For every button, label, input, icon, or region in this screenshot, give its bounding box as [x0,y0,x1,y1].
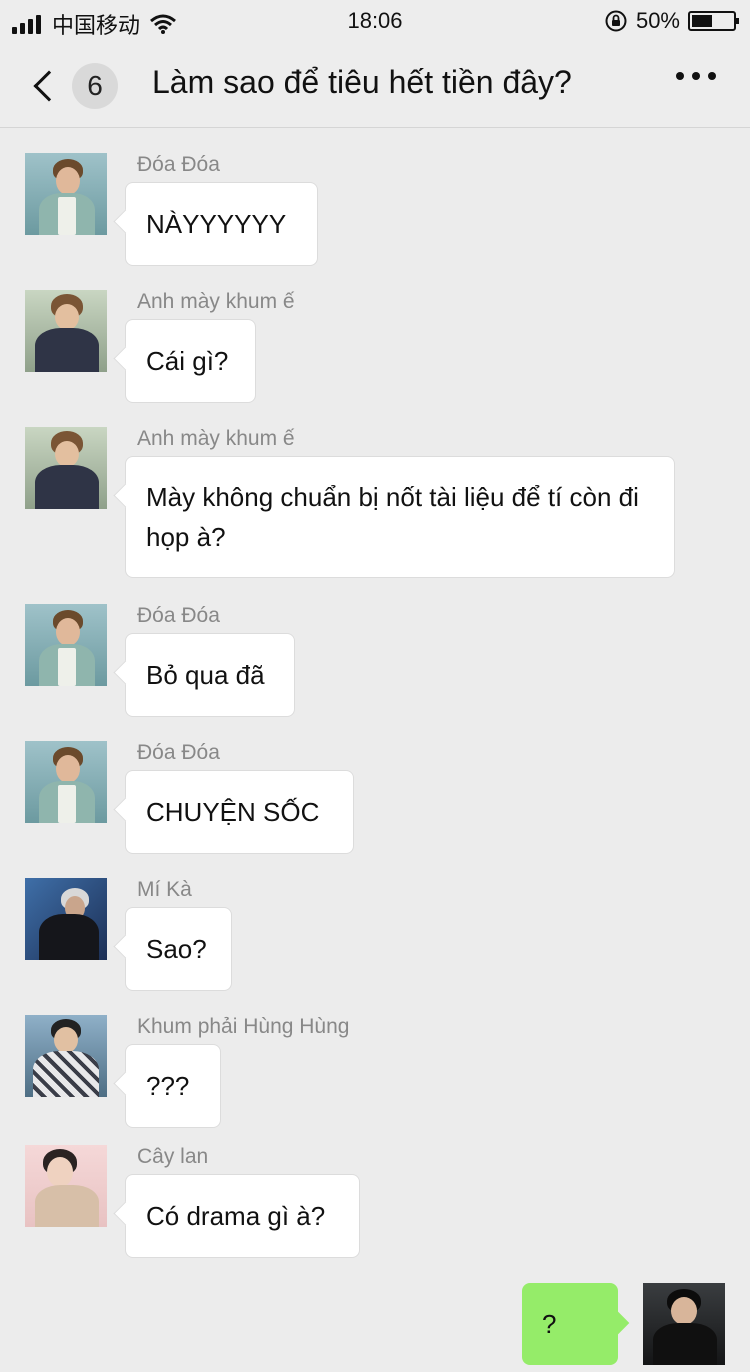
back-button[interactable]: 6 [28,62,118,110]
message-bubble[interactable]: CHUYỆN SỐC [125,770,354,854]
status-bar: 中国移动 18:06 50% [0,0,750,44]
message-bubble[interactable]: Sao? [125,907,232,991]
battery-percent: 50% [635,8,680,33]
sender-name: Đóa Đóa [137,741,220,764]
avatar-doa-doa[interactable] [25,604,107,686]
my-avatar[interactable] [643,1283,725,1365]
message-bubble[interactable]: Cái gì? [125,319,256,403]
avatar-anh-may[interactable] [25,290,107,372]
message-bubble[interactable]: ??? [125,1044,221,1128]
avatar-hung-hung[interactable] [25,1015,107,1097]
sender-name: Đóa Đóa [137,153,220,176]
unread-count-badge: 6 [72,63,118,109]
more-dot-icon [676,72,684,80]
rotation-lock-icon [605,10,627,32]
message-bubble[interactable]: NÀYYYYYY [125,182,318,266]
avatar-mi-ka[interactable] [25,878,107,960]
more-dot-icon [692,72,700,80]
battery-icon [688,11,739,31]
sender-name: Anh mày khum ế [137,290,295,313]
sender-name: Đóa Đóa [137,604,220,627]
avatar-doa-doa[interactable] [25,153,107,235]
avatar-doa-doa[interactable] [25,741,107,823]
sender-name: Khum phải Hùng Hùng [137,1015,350,1038]
message-bubble[interactable]: Có drama gì à? [125,1174,360,1258]
chat-title: Làm sao để tiêu hết tiền đây? [152,64,572,100]
message-bubble[interactable]: Mày không chuẩn bị nốt tài liệu để tí cò… [125,456,675,578]
chevron-left-icon [33,70,65,102]
chat-header: 6 Làm sao để tiêu hết tiền đây? [0,44,750,128]
my-message-bubble[interactable]: ? [522,1283,618,1365]
avatar-anh-may[interactable] [25,427,107,509]
message-bubble[interactable]: Bỏ qua đã [125,633,295,717]
status-right: 50% [604,8,739,34]
more-options-button[interactable] [676,72,716,80]
sender-name: Mí Kà [137,878,192,901]
sender-name: Anh mày khum ế [137,427,295,450]
avatar-cay-lan[interactable] [25,1145,107,1227]
sender-name: Cây lan [137,1145,209,1168]
more-dot-icon [708,72,716,80]
